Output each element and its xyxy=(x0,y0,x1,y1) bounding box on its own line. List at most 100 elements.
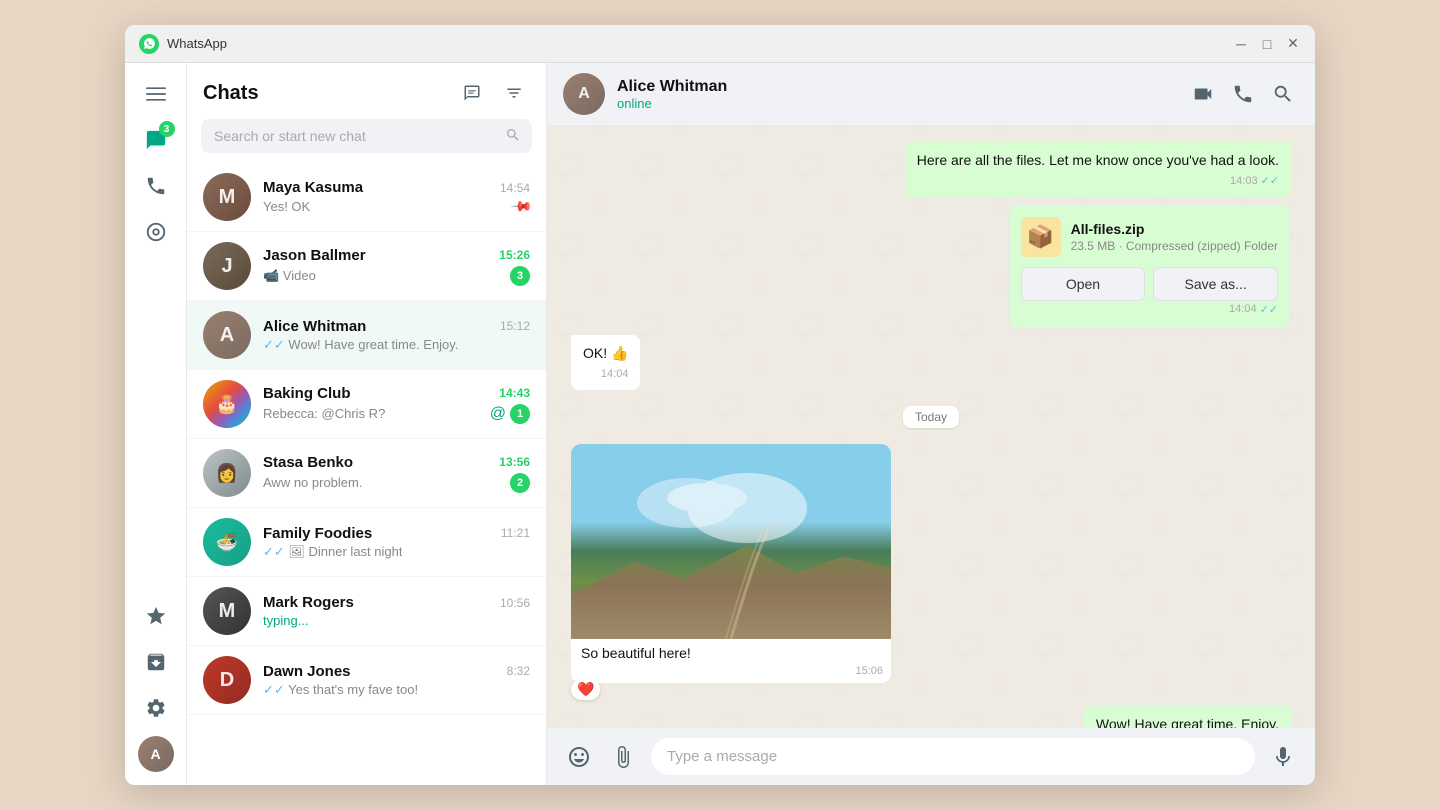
image-bubble-m4: So beautiful here! 15:06 xyxy=(571,444,891,683)
chat-content-stasa: Stasa Benko 13:56 Aww no problem. 2 xyxy=(263,454,530,493)
bubble-text-m1: Here are all the files. Let me know once… xyxy=(917,150,1279,171)
chat-panel: Chats xyxy=(187,63,547,785)
day-divider-today: Today xyxy=(571,408,1291,426)
tick-m2: ✓✓ xyxy=(1260,303,1278,316)
badge-baking: 1 xyxy=(510,404,530,424)
bubble-m3: OK! 👍 14:04 xyxy=(571,335,640,391)
chat-header: A Alice Whitman online xyxy=(547,63,1315,126)
chat-preview-mark: typing... xyxy=(263,613,309,628)
file-icon-m2: 📦 xyxy=(1021,217,1061,257)
chat-item-jason[interactable]: J Jason Ballmer 15:26 📹 Video 3 xyxy=(187,232,546,301)
bubble-text-m3: OK! 👍 xyxy=(583,343,628,364)
chat-panel-header: Chats xyxy=(187,63,546,119)
bubble-time-m1: 14:03 ✓✓ xyxy=(917,173,1279,190)
chat-preview-stasa: Aww no problem. xyxy=(263,475,362,490)
chat-item-baking[interactable]: 🎂 Baking Club 14:43 Rebecca: @Chris R? @… xyxy=(187,370,546,439)
chat-content-maya: Maya Kasuma 14:54 Yes! OK 📌 xyxy=(263,179,530,215)
chat-content-family: Family Foodies 11:21 ✓✓ 🖼 Dinner last ni… xyxy=(263,525,530,560)
voice-message-button[interactable] xyxy=(1267,741,1299,773)
app-body: 3 A Chats xyxy=(125,63,1315,785)
nav-chats[interactable]: 3 xyxy=(135,119,177,161)
voice-call-button[interactable] xyxy=(1227,78,1259,110)
chat-preview-baking: Rebecca: @Chris R? xyxy=(263,406,385,421)
app-window: WhatsApp ─ □ ✕ 3 xyxy=(125,25,1315,785)
chat-content-dawn: Dawn Jones 8:32 ✓✓ Yes that's my fave to… xyxy=(263,663,530,698)
contact-avatar[interactable]: A xyxy=(563,73,605,115)
contact-name: Alice Whitman xyxy=(617,78,1175,96)
nav-archive[interactable] xyxy=(135,641,177,683)
chat-time-jason: 15:26 xyxy=(499,248,530,262)
nav-starred[interactable] xyxy=(135,595,177,637)
chat-name-baking: Baking Club xyxy=(263,385,351,402)
message-m4: So beautiful here! 15:06 ❤️ xyxy=(571,444,1291,700)
avatar-baking: 🎂 xyxy=(203,380,251,428)
search-bar xyxy=(187,119,546,163)
video-call-button[interactable] xyxy=(1187,78,1219,110)
chat-item-family[interactable]: 🍜 Family Foodies 11:21 ✓✓ 🖼 Dinner last … xyxy=(187,508,546,577)
chat-time-family: 11:21 xyxy=(501,526,530,540)
contact-status: online xyxy=(617,96,1175,111)
reaction-m4: ❤️ xyxy=(571,679,600,700)
chat-time-alice: 15:12 xyxy=(500,319,530,333)
chat-item-mark[interactable]: M Mark Rogers 10:56 typing... xyxy=(187,577,546,646)
chat-preview-family: ✓✓ 🖼 Dinner last night xyxy=(263,544,402,560)
chat-content-alice: Alice Whitman 15:12 ✓✓ Wow! Have great t… xyxy=(263,318,530,353)
chat-panel-actions xyxy=(456,77,530,109)
chat-item-dawn[interactable]: D Dawn Jones 8:32 ✓✓ Yes that's my fave … xyxy=(187,646,546,715)
chat-header-info: Alice Whitman online xyxy=(617,78,1175,111)
chat-preview-maya: Yes! OK xyxy=(263,199,310,214)
chat-panel-title: Chats xyxy=(203,82,259,105)
chat-name-alice: Alice Whitman xyxy=(263,318,366,335)
pin-icon-maya: 📌 xyxy=(509,194,533,218)
search-input[interactable] xyxy=(202,120,495,152)
minimize-button[interactable]: ─ xyxy=(1233,36,1249,52)
file-open-button[interactable]: Open xyxy=(1021,267,1146,301)
avatar-maya: M xyxy=(203,173,251,221)
chat-main: 💬🌸 A Alice Whitman online xyxy=(547,63,1315,785)
search-icon xyxy=(495,127,531,146)
chat-time-stasa: 13:56 xyxy=(499,455,530,469)
nav-calls[interactable] xyxy=(135,165,177,207)
chat-time-dawn: 8:32 xyxy=(507,664,530,678)
avatar-mark: M xyxy=(203,587,251,635)
message-input[interactable] xyxy=(651,738,1255,775)
mountain-image[interactable] xyxy=(571,444,891,639)
chat-item-stasa[interactable]: 👩 Stasa Benko 13:56 Aww no problem. 2 xyxy=(187,439,546,508)
chat-header-actions xyxy=(1187,78,1299,110)
chat-name-family: Family Foodies xyxy=(263,525,372,542)
new-chat-button[interactable] xyxy=(456,77,488,109)
filter-button[interactable] xyxy=(498,77,530,109)
chat-content-baking: Baking Club 14:43 Rebecca: @Chris R? @ 1 xyxy=(263,385,530,424)
emoji-button[interactable] xyxy=(563,741,595,773)
search-messages-button[interactable] xyxy=(1267,78,1299,110)
file-save-button[interactable]: Save as... xyxy=(1153,267,1278,301)
window-title: WhatsApp xyxy=(167,36,1225,51)
file-actions-m2: Open Save as... xyxy=(1021,267,1278,301)
bubble-time-m3: 14:04 xyxy=(583,366,628,383)
chat-item-maya[interactable]: M Maya Kasuma 14:54 Yes! OK 📌 xyxy=(187,163,546,232)
nav-menu[interactable] xyxy=(135,73,177,115)
message-m1: Here are all the files. Let me know once… xyxy=(571,142,1291,198)
attach-button[interactable] xyxy=(607,741,639,773)
chat-time-mark: 10:56 xyxy=(500,596,530,610)
avatar-stasa: 👩 xyxy=(203,449,251,497)
bubble-m5: Wow! Have great time. Enjoy. 15:12 ✓✓ xyxy=(1084,706,1291,728)
image-caption-m4: So beautiful here! xyxy=(571,639,891,665)
close-button[interactable]: ✕ xyxy=(1285,36,1301,52)
bubble-time-m2: 14:04 ✓✓ xyxy=(1021,303,1278,316)
nav-avatar[interactable]: A xyxy=(135,733,177,775)
bubble-m1: Here are all the files. Let me know once… xyxy=(905,142,1291,198)
titlebar: WhatsApp ─ □ ✕ xyxy=(125,25,1315,63)
chat-name-dawn: Dawn Jones xyxy=(263,663,351,680)
file-bubble-m2: 📦 All-files.zip 23.5 MB · Compressed (zi… xyxy=(1008,204,1291,329)
day-divider-label: Today xyxy=(903,406,959,428)
nav-status[interactable] xyxy=(135,211,177,253)
chat-name-maya: Maya Kasuma xyxy=(263,179,363,196)
message-m3: OK! 👍 14:04 xyxy=(571,335,1291,391)
nav-settings[interactable] xyxy=(135,687,177,729)
chat-time-maya: 14:54 xyxy=(500,181,530,195)
maximize-button[interactable]: □ xyxy=(1259,36,1275,52)
chat-content-jason: Jason Ballmer 15:26 📹 Video 3 xyxy=(263,247,530,286)
image-time-m4: 15:06 xyxy=(571,665,891,683)
chat-item-alice[interactable]: A Alice Whitman 15:12 ✓✓ Wow! Have great… xyxy=(187,301,546,370)
